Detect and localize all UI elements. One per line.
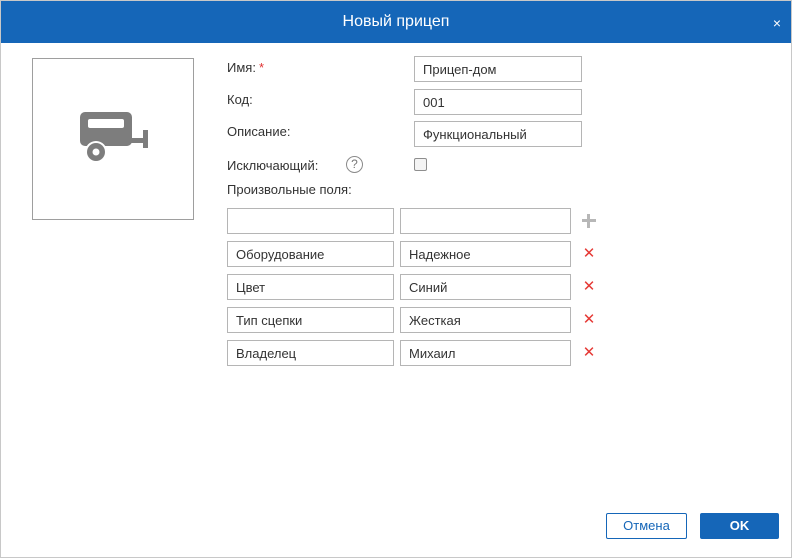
help-icon[interactable]: ? [346,156,363,173]
description-input[interactable] [414,121,582,147]
name-input[interactable] [414,56,582,82]
code-input[interactable] [414,89,582,115]
dialog-titlebar: Новый прицеп × [1,1,791,43]
cancel-button[interactable]: Отмена [606,513,687,539]
description-label: Описание: [227,124,291,139]
custom-field-name-input[interactable] [227,307,394,333]
remove-field-icon[interactable]: ✕ [581,279,597,295]
custom-field-value-input[interactable] [400,274,571,300]
custom-field-name-input[interactable] [227,274,394,300]
add-field-icon[interactable] [581,213,597,229]
ok-button[interactable]: OK [700,513,779,539]
custom-field-name-input[interactable] [227,340,394,366]
name-label: Имя: * [227,60,264,75]
new-field-value-input[interactable] [400,208,571,234]
custom-fields-label: Произвольные поля: [227,182,352,197]
required-mark: * [258,60,264,75]
remove-field-icon[interactable]: ✕ [581,345,597,361]
remove-field-icon[interactable]: ✕ [581,246,597,262]
trailer-image-placeholder[interactable] [32,58,194,220]
custom-field-value-input[interactable] [400,307,571,333]
custom-field-value-input[interactable] [400,241,571,267]
exclusive-checkbox[interactable] [414,158,427,171]
close-icon[interactable]: × [773,1,781,45]
custom-field-value-input[interactable] [400,340,571,366]
new-field-name-input[interactable] [227,208,394,234]
trailer-icon [80,112,148,163]
remove-field-icon[interactable]: ✕ [581,312,597,328]
code-label: Код: [227,92,253,107]
name-label-text: Имя: [227,60,256,75]
new-trailer-dialog: Новый прицеп × Имя:* Код: Описание: Искл… [0,0,792,558]
exclusive-label: Исключающий: [227,158,319,173]
custom-field-name-input[interactable] [227,241,394,267]
dialog-title: Новый прицеп [342,13,450,30]
